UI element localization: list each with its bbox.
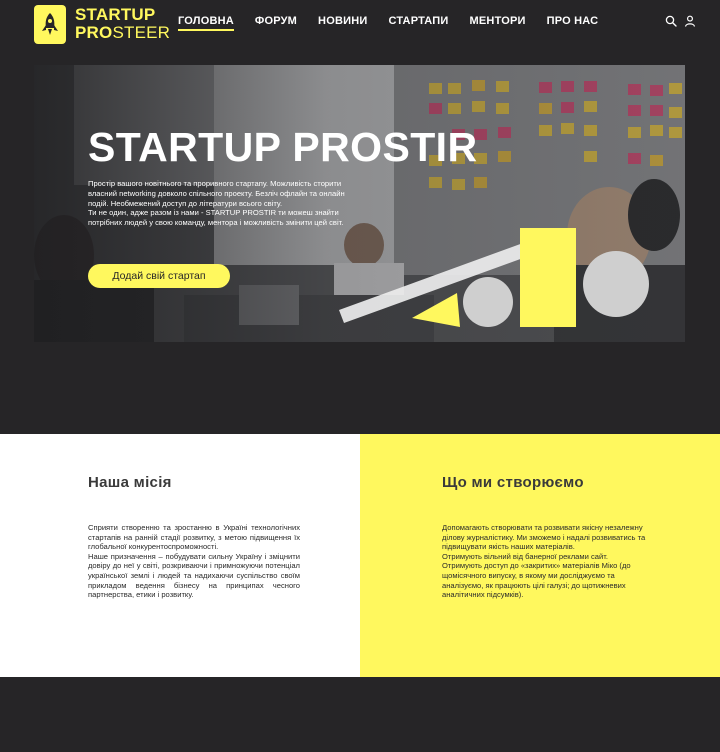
search-icon[interactable] — [665, 14, 677, 27]
nav-item-about[interactable]: ПРО НАС — [547, 15, 599, 31]
mission-paragraph: Сприяти створенню та зростанню в Україні… — [88, 523, 300, 552]
hero-description-line: власний networking довколо спільного про… — [88, 188, 345, 198]
hero-description-line: Простір вашого новітнього та проривного … — [88, 179, 342, 188]
site-header: STARTUP PROSTEER ГОЛОВНА ФОРУМ НОВИНИ СТ… — [0, 0, 720, 46]
nav-item-forum[interactable]: ФОРУМ — [255, 15, 297, 31]
mission-title: Наша місія — [88, 474, 172, 491]
hero-title: STARTUP PROSTIR — [88, 124, 478, 170]
rocket-icon — [34, 4, 66, 44]
create-title: Що ми створюємо — [442, 474, 584, 491]
brand-wordmark: STARTUP PROSTEER — [75, 6, 170, 42]
hero-description-line: потрібних людей у свою команду, ментора … — [88, 218, 344, 228]
add-startup-button[interactable]: Додай свій стартап — [88, 264, 230, 288]
nav-item-startups[interactable]: СТАРТАПИ — [388, 15, 448, 31]
create-paragraph: Отримують вільний від банерної реклами с… — [442, 551, 608, 561]
mission-text: Сприяти створенню та зростанню в Україні… — [88, 523, 300, 600]
brand-line1: STARTUP — [75, 5, 156, 24]
nav-item-home[interactable]: ГОЛОВНА — [178, 15, 234, 31]
brand-steer: STEER — [112, 23, 171, 42]
mission-paragraph: Наше призначення – побудувати сильну Укр… — [88, 551, 300, 600]
mission-section: Наша місія Сприяти створенню та зростанн… — [0, 434, 360, 677]
hero-description-line: подій. Необмежений доступ до літератури … — [88, 198, 283, 208]
create-text: Допомагають створювати та розвивати якіс… — [442, 523, 657, 600]
brand-logo[interactable]: STARTUP PROSTEER — [34, 4, 170, 44]
nav-item-mentors[interactable]: МЕНТОРИ — [470, 15, 526, 31]
user-icon[interactable] — [684, 14, 696, 27]
main-nav: ГОЛОВНА ФОРУМ НОВИНИ СТАРТАПИ МЕНТОРИ ПР… — [178, 15, 598, 31]
what-we-create-section: Що ми створюємо Допомагають створювати т… — [360, 434, 720, 677]
hero-banner: STARTUP PROSTIR Простір вашого новітньог… — [34, 65, 685, 342]
hero-description: Простір вашого новітнього та проривного … — [88, 179, 418, 228]
create-paragraph: Допомагають створювати та розвивати якіс… — [442, 523, 646, 552]
nav-item-news[interactable]: НОВИНИ — [318, 15, 367, 31]
brand-line2: PROSTEER — [75, 24, 170, 42]
hero-description-line: Ти не один, адже разом із нами - STARTUP… — [88, 208, 339, 218]
brand-pro: PRO — [75, 23, 113, 42]
create-paragraph: Отримують доступ до «закритих» матеріалі… — [442, 561, 631, 600]
page-footer-area — [0, 677, 720, 752]
